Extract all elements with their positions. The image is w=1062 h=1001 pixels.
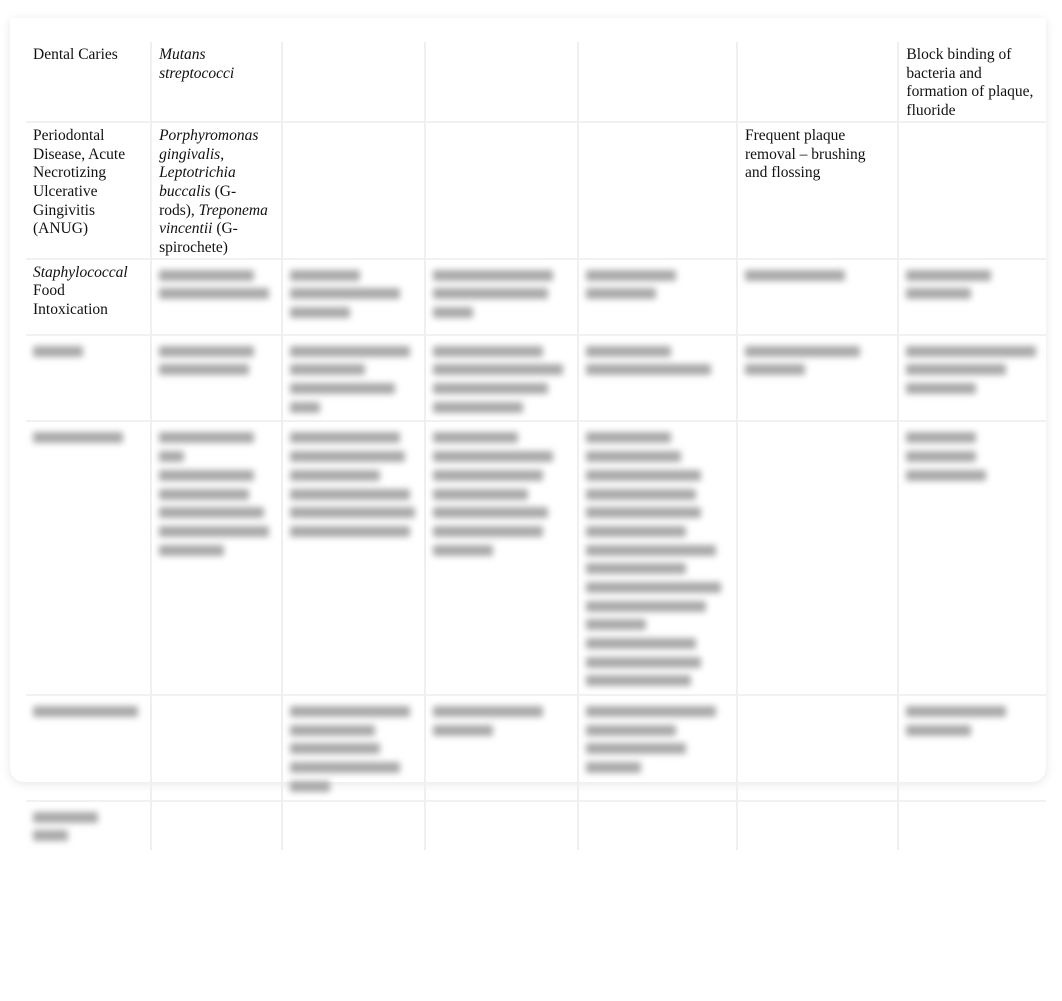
disease-name-italic: Staphylococcal: [33, 263, 128, 281]
table-row: [26, 694, 1046, 801]
blurred-cell: [281, 694, 425, 801]
table-cell: [423, 120, 579, 259]
blurred-cell: [150, 694, 283, 801]
blurred-cell: [577, 799, 737, 850]
table-row: Dental Caries Mutans streptococci Block …: [26, 42, 1046, 122]
blurred-cell: [281, 799, 425, 850]
blurred-cell: [735, 333, 899, 422]
blurred-cell: [577, 694, 737, 801]
table-row: Staphylococcal Food Intoxication: [26, 257, 1046, 335]
disease-table: Dental Caries Mutans streptococci Block …: [26, 42, 1046, 850]
table-cell: [281, 42, 425, 122]
table-row: Periodontal Disease, Acute Necrotizing U…: [26, 120, 1046, 259]
blurred-cell: [26, 420, 152, 696]
table-cell: [423, 42, 579, 122]
blurred-cell: [735, 694, 899, 801]
organism-cell: Porphyromonas gingivalis, Leptotrichia b…: [150, 120, 283, 259]
disease-cell: Dental Caries: [33, 46, 118, 63]
organism-name: Porphyromonas gingivalis: [159, 126, 259, 163]
organism-cell: Mutans streptococci: [150, 42, 283, 122]
blurred-cell: [150, 420, 283, 696]
blurred-cell: [735, 257, 899, 335]
blurred-cell: [897, 333, 1046, 422]
table-row: [26, 799, 1046, 850]
prevention-cell: [735, 42, 899, 122]
table-cell: [577, 120, 737, 259]
blurred-cell: [897, 799, 1046, 850]
blurred-cell: [26, 333, 152, 422]
disease-cell: Periodontal Disease, Acute Necrotizing U…: [26, 120, 152, 259]
disease-cell: Staphylococcal Food Intoxication: [26, 257, 152, 335]
blurred-cell: [26, 799, 152, 850]
organism-name: Mutans streptococci: [159, 46, 235, 82]
blurred-cell: [897, 257, 1046, 335]
treatment-cell: [897, 120, 1046, 259]
blurred-cell: [423, 333, 579, 422]
blurred-cell: [735, 420, 899, 696]
table-cell: [281, 120, 425, 259]
table-row: [26, 333, 1046, 422]
blurred-cell: [281, 257, 425, 335]
blurred-cell: [577, 420, 737, 696]
blurred-cell: [281, 420, 425, 696]
blurred-cell: [423, 799, 579, 850]
blurred-cell: [577, 333, 737, 422]
prevention-cell: Frequent plaque removal – brushing and f…: [735, 120, 899, 259]
blurred-cell: [26, 694, 152, 801]
document-page: Dental Caries Mutans streptococci Block …: [10, 18, 1046, 850]
treatment-cell: Block binding of bacteria and formation …: [897, 42, 1046, 122]
blurred-cell: [150, 333, 283, 422]
blurred-cell: [423, 694, 579, 801]
separator-text: ,: [220, 145, 225, 163]
blurred-cell: [423, 420, 579, 696]
blurred-cell: [281, 333, 425, 422]
blurred-cell: [150, 799, 283, 850]
blurred-cell: [897, 420, 1046, 696]
blurred-cell: [577, 257, 737, 335]
blurred-cell: [897, 694, 1046, 801]
table-row: [26, 420, 1046, 696]
blurred-cell: [150, 257, 283, 335]
blurred-cell: [735, 799, 899, 850]
blurred-cell: [423, 257, 579, 335]
table-cell: [577, 42, 737, 122]
disease-name: Food Intoxication: [33, 282, 108, 319]
